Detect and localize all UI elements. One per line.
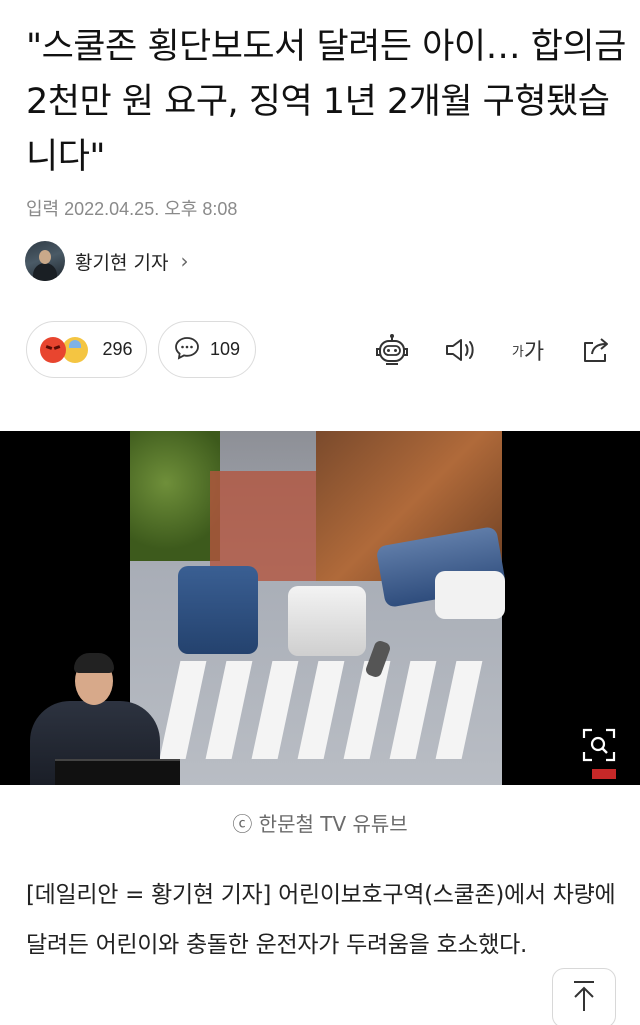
comment-button[interactable]: 109	[158, 321, 256, 378]
share-icon	[580, 335, 612, 365]
reaction-count: 296	[102, 339, 133, 359]
sad-face-icon	[62, 336, 89, 363]
angry-face-icon	[40, 336, 67, 363]
published-date: 입력 2022.04.25. 오후 8:08	[26, 199, 238, 219]
share-button[interactable]	[576, 330, 616, 370]
chevron-right-icon: ›	[180, 249, 189, 273]
article-body: [데일리안 = 황기현 기자] 어린이보호구역(스쿨존)에서 차량에 달려든 어…	[26, 882, 616, 958]
reporter-link[interactable]: 황기현 기자 ›	[25, 240, 188, 282]
font-size-small-label: 가	[511, 344, 524, 360]
reporter-name: 황기현 기자	[75, 251, 169, 274]
photo-caption: ⓒ 한문철 TV 유튜브	[232, 812, 408, 836]
comment-count: 109	[209, 339, 241, 359]
reaction-button[interactable]: 296	[26, 321, 147, 378]
video-player[interactable]	[0, 431, 640, 785]
robot-summary-icon	[374, 333, 410, 367]
channel-logo	[592, 769, 616, 779]
text-to-speech-button[interactable]	[440, 330, 480, 370]
font-size-button[interactable]: 가가	[508, 330, 548, 370]
presenter-image	[0, 651, 200, 785]
font-size-big-label: 가	[523, 340, 545, 365]
scroll-top-button[interactable]	[552, 968, 616, 1025]
zoom-icon	[582, 728, 616, 766]
zoom-button[interactable]	[582, 728, 616, 762]
summary-bot-button[interactable]	[372, 330, 412, 370]
arrow-up-icon	[570, 979, 598, 1017]
reporter-avatar	[25, 241, 65, 281]
speech-bubble-icon	[174, 336, 200, 364]
article-headline: "스쿨존 횡단보도서 달려든 아이… 합의금 2천만 원 요구, 징역 1년 2…	[26, 27, 626, 177]
speaker-icon	[443, 336, 477, 364]
